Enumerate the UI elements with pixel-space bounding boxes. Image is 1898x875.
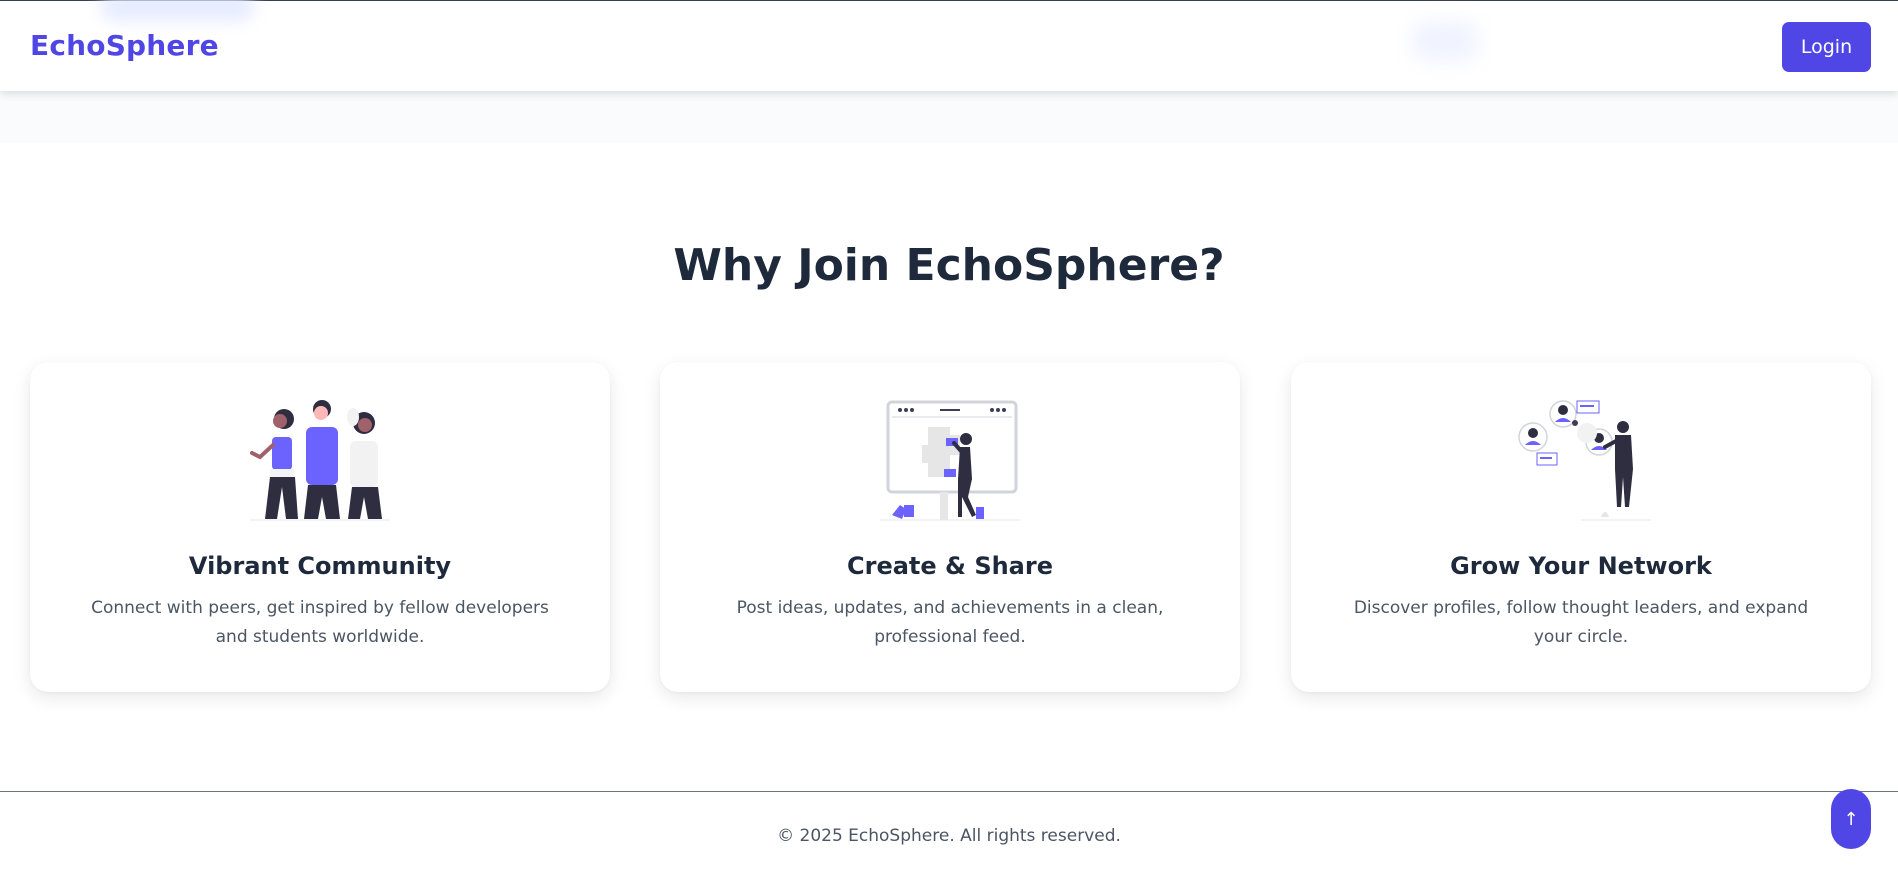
card-title: Vibrant Community bbox=[188, 552, 452, 580]
site-header: EchoSphere Login bbox=[0, 0, 1898, 91]
decorative-blur bbox=[1410, 21, 1480, 61]
card-title: Create & Share bbox=[847, 552, 1053, 580]
section-title: Why Join EchoSphere? bbox=[673, 240, 1225, 291]
site-logo[interactable]: EchoSphere bbox=[30, 29, 219, 62]
feature-card-community: Vibrant Community Connect with peers, ge… bbox=[30, 362, 610, 692]
feature-card-create-share: Create & Share Post ideas, updates, and … bbox=[660, 362, 1240, 692]
card-title: Grow Your Network bbox=[1450, 552, 1712, 580]
scroll-to-top-button[interactable]: ↑ bbox=[1831, 789, 1871, 849]
card-description: Discover profiles, follow thought leader… bbox=[1353, 598, 1809, 647]
login-button[interactable]: Login bbox=[1782, 22, 1871, 72]
hero-strip bbox=[0, 91, 1898, 143]
decorative-blur bbox=[100, 0, 255, 21]
create-share-board-illustration bbox=[880, 400, 1020, 521]
copyright-text: © 2025 EchoSphere. All rights reserved. bbox=[777, 826, 1121, 846]
arrow-up-icon: ↑ bbox=[1843, 808, 1859, 830]
community-people-illustration bbox=[250, 400, 390, 521]
card-description: Post ideas, updates, and achievements in… bbox=[736, 598, 1164, 647]
network-profiles-illustration bbox=[1518, 400, 1651, 521]
card-description: Connect with peers, get inspired by fell… bbox=[91, 598, 549, 647]
feature-card-grow-network: Grow Your Network Discover profiles, fol… bbox=[1291, 362, 1871, 692]
site-footer: © 2025 EchoSphere. All rights reserved. bbox=[0, 792, 1898, 875]
